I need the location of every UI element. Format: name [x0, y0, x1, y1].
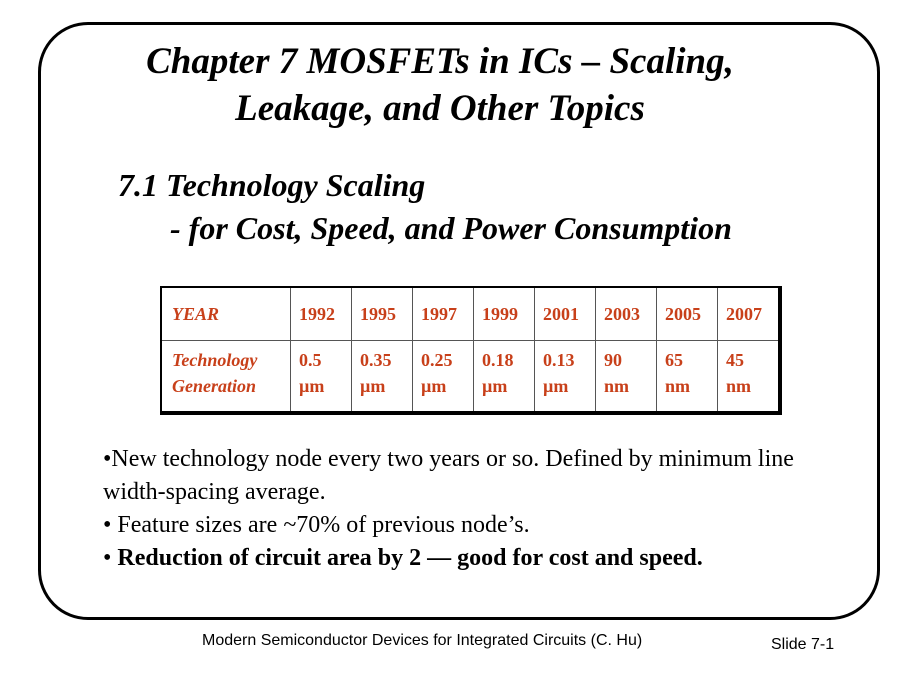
generation-value: 65	[665, 350, 683, 370]
generation-unit: nm	[665, 376, 691, 396]
section-subheading: - for Cost, Speed, and Power Consumption	[170, 210, 732, 246]
generation-unit: nm	[726, 376, 752, 396]
slide-title-line2: Leakage, and Other Topics	[235, 88, 645, 129]
generation-value: 0.5	[299, 350, 322, 370]
generation-unit: µm	[360, 376, 386, 396]
generation-unit: µm	[299, 376, 325, 396]
year-header: YEAR	[160, 286, 291, 341]
year-cell: 2003	[595, 286, 657, 341]
bullet-bold-text: Reduction of circuit area by 2 — good fo…	[117, 545, 703, 571]
year-cell: 1992	[290, 286, 352, 341]
bullet-list: •New technology node every two years or …	[103, 443, 823, 575]
section-heading: 7.1 Technology Scaling	[118, 167, 426, 203]
generation-unit: µm	[421, 376, 447, 396]
generation-value: 0.35	[360, 350, 392, 370]
scaling-table: YEAR 1992 1995 1997 1999 2001 2003 2005 …	[160, 286, 782, 415]
generation-value: 0.13	[543, 350, 575, 370]
generation-cell: 0.35 µm	[351, 340, 413, 414]
year-cell: 1999	[473, 286, 535, 341]
generation-unit: µm	[543, 376, 569, 396]
generation-header-line1: Technology	[172, 350, 258, 370]
generation-header: Technology Generation	[160, 340, 291, 414]
year-cell: 2001	[534, 286, 596, 341]
generation-cell: 90 nm	[595, 340, 657, 414]
generation-cell: 0.25 µm	[412, 340, 474, 414]
year-row: YEAR 1992 1995 1997 1999 2001 2003 2005 …	[160, 286, 781, 341]
generation-header-line2: Generation	[172, 376, 257, 396]
generation-value: 0.18	[482, 350, 514, 370]
generation-row: Technology Generation 0.5 µm 0.35 µm 0.25 µm 0.…	[160, 340, 781, 414]
bullet-item: •New technology node every two years or …	[103, 446, 794, 505]
generation-unit: µm	[482, 376, 508, 396]
bullet-prefix: •	[103, 545, 118, 571]
generation-cell: 0.13 µm	[534, 340, 596, 414]
footer-source: Modern Semiconductor Devices for Integra…	[202, 632, 643, 649]
year-cell: 2005	[656, 286, 718, 341]
bullet-item: • Reduction of circuit area by 2 — good …	[103, 542, 823, 575]
slide-title-line1: Chapter 7 MOSFETs in ICs – Scaling,	[146, 41, 734, 82]
generation-value: 0.25	[421, 350, 453, 370]
generation-unit: nm	[604, 376, 630, 396]
year-cell: 2007	[717, 286, 781, 341]
generation-value: 45	[726, 350, 744, 370]
generation-cell: 0.5 µm	[290, 340, 352, 414]
generation-cell: 45 nm	[717, 340, 781, 414]
slide-number: Slide 7-1	[771, 636, 835, 653]
year-cell: 1995	[351, 286, 413, 341]
generation-cell: 65 nm	[656, 340, 718, 414]
bullet-item: • Feature sizes are ~70% of previous nod…	[103, 512, 530, 538]
generation-cell: 0.18 µm	[473, 340, 535, 414]
generation-value: 90	[604, 350, 622, 370]
year-cell: 1997	[412, 286, 474, 341]
